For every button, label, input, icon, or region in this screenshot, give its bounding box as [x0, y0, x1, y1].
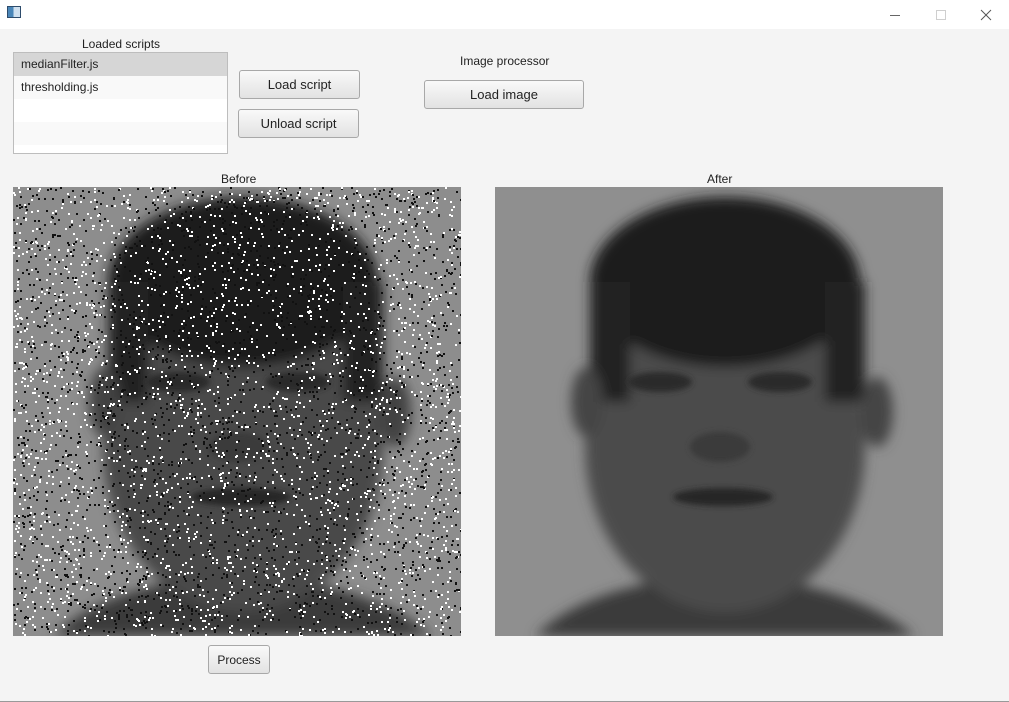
close-icon — [980, 9, 992, 20]
load-image-button[interactable]: Load image — [424, 80, 584, 109]
list-empty-row — [14, 122, 227, 145]
after-label: After — [707, 172, 733, 186]
after-image — [495, 187, 943, 636]
list-empty-row — [14, 99, 227, 122]
before-label: Before — [221, 172, 257, 186]
process-button[interactable]: Process — [208, 645, 270, 674]
app-icon — [7, 6, 21, 18]
unload-script-button[interactable]: Unload script — [238, 109, 359, 138]
image-processor-label: Image processor — [460, 54, 550, 68]
minimize-button[interactable] — [872, 0, 918, 29]
close-button[interactable] — [963, 0, 1009, 29]
loaded-scripts-label: Loaded scripts — [82, 37, 161, 51]
list-item-median-filter[interactable]: medianFilter.js — [14, 53, 227, 76]
load-script-button[interactable]: Load script — [239, 70, 360, 99]
scripts-list[interactable]: medianFilter.js thresholding.js — [13, 52, 228, 154]
app-window: Loaded scripts medianFilter.js threshold… — [0, 0, 1009, 702]
maximize-icon — [936, 9, 946, 20]
maximize-button[interactable] — [918, 0, 964, 29]
title-bar[interactable] — [0, 0, 1009, 29]
minimize-icon — [890, 14, 900, 16]
before-image — [13, 187, 461, 636]
list-item-thresholding[interactable]: thresholding.js — [14, 76, 227, 99]
